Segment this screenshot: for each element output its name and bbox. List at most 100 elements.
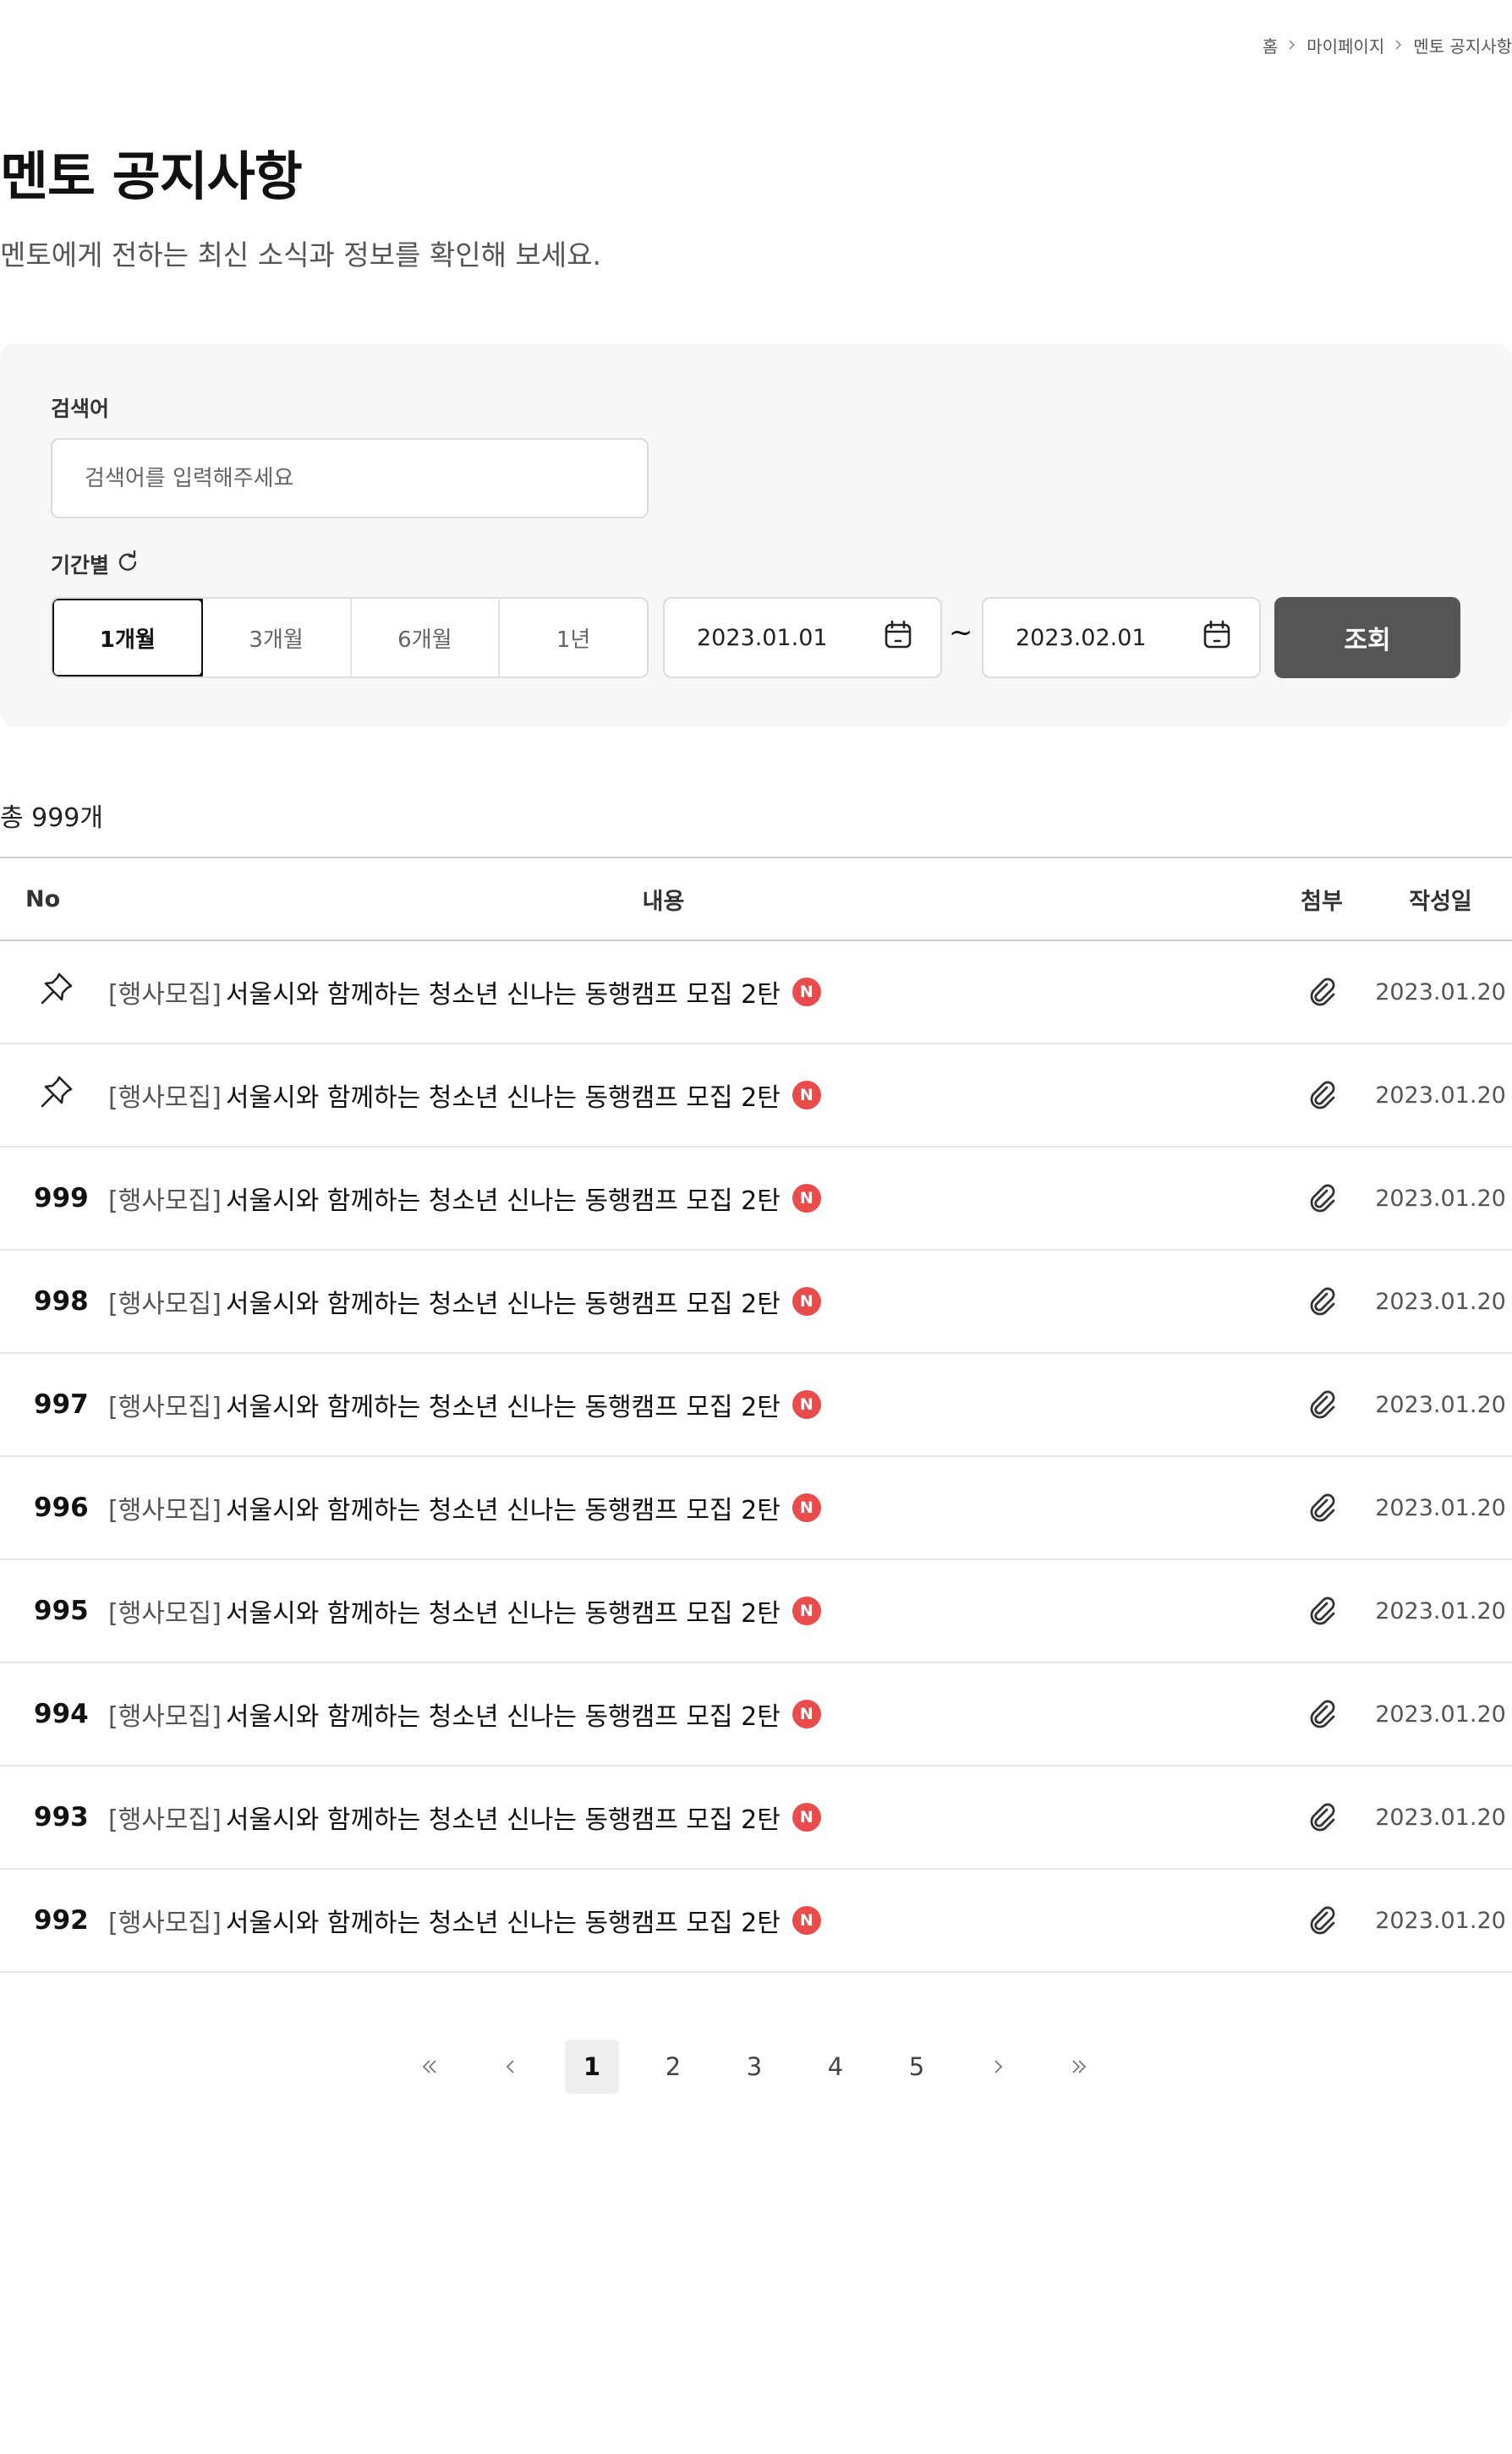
date-range-separator: ~ (949, 616, 973, 649)
table-row[interactable]: 995 [행사모집] 서울시와 함께하는 청소년 신나는 동행캠프 모집 2탄 N 2… (0, 1560, 1512, 1663)
paperclip-icon[interactable] (1304, 1901, 1339, 1940)
row-attachment[interactable] (1268, 1901, 1376, 1940)
row-category: [행사모집] (108, 1496, 222, 1526)
paperclip-icon[interactable] (1304, 1282, 1339, 1321)
start-date-field[interactable]: 2023.01.01 (663, 597, 942, 678)
paperclip-icon[interactable] (1304, 1488, 1339, 1527)
paperclip-icon[interactable] (1304, 1385, 1339, 1424)
row-title-text[interactable]: 서울시와 함께하는 청소년 신나는 동행캠프 모집 2탄 (226, 1902, 781, 1939)
row-title-text[interactable]: 서울시와 함께하는 청소년 신나는 동행캠프 모집 2탄 (226, 1799, 781, 1836)
new-badge: N (792, 1803, 821, 1832)
row-attachment[interactable] (1268, 1385, 1376, 1424)
row-date: 2023.01.20 (1375, 1288, 1506, 1315)
row-title[interactable]: [행사모집] 서울시와 함께하는 청소년 신나는 동행캠프 모집 2탄 N (108, 1799, 1268, 1836)
end-date-value: 2023.02.01 (1016, 624, 1147, 651)
breadcrumb-current: 멘토 공지사항 (1413, 36, 1512, 57)
row-no: 993 (34, 1802, 89, 1832)
row-attachment[interactable] (1268, 1179, 1376, 1218)
row-title[interactable]: [행사모집] 서울시와 함께하는 청소년 신나는 동행캠프 모집 2탄 N (108, 1489, 1268, 1526)
table-row[interactable]: 992 [행사모집] 서울시와 함께하는 청소년 신나는 동행캠프 모집 2탄 N 2… (0, 1870, 1512, 1973)
pin-icon (36, 967, 78, 1016)
breadcrumb-mypage[interactable]: 마이페이지 (1307, 33, 1384, 58)
page-button-2[interactable]: 2 (646, 2040, 700, 2094)
new-badge: N (792, 1287, 821, 1316)
chevron-right-icon[interactable] (971, 2040, 1025, 2094)
table-row[interactable]: 996 [행사모집] 서울시와 함께하는 청소년 신나는 동행캠프 모집 2탄 N 2… (0, 1457, 1512, 1560)
row-title-text[interactable]: 서울시와 함께하는 청소년 신나는 동행캠프 모집 2탄 (226, 973, 781, 1011)
page-button-1[interactable]: 1 (565, 2040, 619, 2094)
paperclip-icon[interactable] (1304, 1591, 1339, 1630)
paperclip-icon[interactable] (1304, 972, 1339, 1011)
row-no: 998 (34, 1286, 89, 1317)
row-title[interactable]: [행사모집] 서울시와 함께하는 청소년 신나는 동행캠프 모집 2탄 N (108, 1592, 1268, 1630)
row-category: [행사모집] (108, 1909, 222, 1938)
period-6-month-button[interactable]: 6개월 (351, 599, 501, 676)
row-title-text[interactable]: 서울시와 함께하는 청소년 신나는 동행캠프 모집 2탄 (226, 1076, 781, 1114)
new-badge: N (792, 1597, 821, 1625)
row-title[interactable]: [행사모집] 서울시와 함께하는 청소년 신나는 동행캠프 모집 2탄 N (108, 1386, 1268, 1423)
row-title-text[interactable]: 서울시와 함께하는 청소년 신나는 동행캠프 모집 2탄 (226, 1386, 781, 1423)
row-title-text[interactable]: 서울시와 함께하는 청소년 신나는 동행캠프 모집 2탄 (226, 1592, 781, 1630)
row-date: 2023.01.20 (1375, 1597, 1506, 1624)
table-row[interactable]: 994 [행사모집] 서울시와 함께하는 청소년 신나는 동행캠프 모집 2탄 N 2… (0, 1663, 1512, 1767)
row-title[interactable]: [행사모집] 서울시와 함께하는 청소년 신나는 동행캠프 모집 2탄 N (108, 973, 1268, 1011)
page-subtitle: 멘토에게 전하는 최신 소식과 정보를 확인해 보세요. (0, 238, 601, 271)
row-attachment[interactable] (1268, 1076, 1376, 1115)
table-row[interactable]: 998 [행사모집] 서울시와 함께하는 청소년 신나는 동행캠프 모집 2탄 N 2… (0, 1251, 1512, 1354)
calendar-icon[interactable] (881, 618, 915, 658)
row-no: 994 (34, 1699, 89, 1729)
period-1-month-button[interactable]: 1개월 (52, 599, 205, 676)
search-submit-button[interactable]: 조회 (1274, 597, 1460, 678)
row-title[interactable]: [행사모집] 서울시와 함께하는 청소년 신나는 동행캠프 모집 2탄 N (108, 1180, 1268, 1217)
row-title[interactable]: [행사모집] 서울시와 함께하는 청소년 신나는 동행캠프 모집 2탄 N (108, 1076, 1268, 1114)
row-attachment[interactable] (1268, 1591, 1376, 1630)
row-title-text[interactable]: 서울시와 함께하는 청소년 신나는 동행캠프 모집 2탄 (226, 1283, 781, 1320)
period-3-month-button[interactable]: 3개월 (202, 599, 352, 676)
chevron-left-icon[interactable] (484, 2040, 538, 2094)
row-title[interactable]: [행사모집] 서울시와 함께하는 청소년 신나는 동행캠프 모집 2탄 N (108, 1695, 1268, 1733)
table-row[interactable]: 997 [행사모집] 서울시와 함께하는 청소년 신나는 동행캠프 모집 2탄 N 2… (0, 1354, 1512, 1457)
row-attachment[interactable] (1268, 1488, 1376, 1527)
new-badge: N (792, 1390, 821, 1419)
row-no: 999 (34, 1183, 89, 1213)
page-title: 멘토 공지사항 (0, 145, 303, 207)
row-date: 2023.01.20 (1375, 978, 1506, 1005)
row-date: 2023.01.20 (1375, 1391, 1506, 1418)
row-attachment[interactable] (1268, 1695, 1376, 1734)
keyword-label-text: 검색어 (51, 397, 110, 421)
paperclip-icon[interactable] (1304, 1076, 1339, 1115)
search-input[interactable] (51, 438, 649, 518)
paperclip-icon[interactable] (1304, 1695, 1339, 1734)
refresh-icon[interactable] (116, 550, 140, 578)
row-date: 2023.01.20 (1375, 1907, 1506, 1934)
row-title-text[interactable]: 서울시와 함께하는 청소년 신나는 동행캠프 모집 2탄 (226, 1695, 781, 1733)
table-row[interactable]: [행사모집] 서울시와 함께하는 청소년 신나는 동행캠프 모집 2탄 N 2023… (0, 1044, 1512, 1148)
page-button-4[interactable]: 4 (808, 2040, 863, 2094)
page-button-3[interactable]: 3 (727, 2040, 781, 2094)
row-title[interactable]: [행사모집] 서울시와 함께하는 청소년 신나는 동행캠프 모집 2탄 N (108, 1283, 1268, 1320)
double-chevron-right-icon[interactable] (1052, 2040, 1106, 2094)
table-row[interactable]: 993 [행사모집] 서울시와 함께하는 청소년 신나는 동행캠프 모집 2탄 N 2… (0, 1767, 1512, 1870)
table-row[interactable]: [행사모집] 서울시와 함께하는 청소년 신나는 동행캠프 모집 2탄 N 2023… (0, 941, 1512, 1044)
row-category: [행사모집] (108, 1083, 222, 1113)
page-button-5[interactable]: 5 (890, 2040, 944, 2094)
table-row[interactable]: 999 [행사모집] 서울시와 함께하는 청소년 신나는 동행캠프 모집 2탄 N 2… (0, 1148, 1512, 1251)
calendar-icon[interactable] (1200, 618, 1234, 658)
breadcrumb-home[interactable]: 홈 (1263, 33, 1278, 58)
row-attachment[interactable] (1268, 972, 1376, 1011)
new-badge: N (792, 1081, 821, 1109)
row-title-text[interactable]: 서울시와 함께하는 청소년 신나는 동행캠프 모집 2탄 (226, 1489, 781, 1526)
row-title[interactable]: [행사모집] 서울시와 함께하는 청소년 신나는 동행캠프 모집 2탄 N (108, 1902, 1268, 1939)
end-date-field[interactable]: 2023.02.01 (982, 597, 1261, 678)
header-attach: 첨부 (1301, 888, 1343, 915)
row-attachment[interactable] (1268, 1798, 1376, 1837)
double-chevron-left-icon[interactable] (403, 2040, 457, 2094)
paperclip-icon[interactable] (1304, 1179, 1339, 1218)
paperclip-icon[interactable] (1304, 1798, 1339, 1837)
row-no: 995 (34, 1596, 89, 1626)
period-1-year-button[interactable]: 1년 (500, 599, 647, 676)
row-date: 2023.01.20 (1375, 1494, 1506, 1521)
row-attachment[interactable] (1268, 1282, 1376, 1321)
row-title-text[interactable]: 서울시와 함께하는 청소년 신나는 동행캠프 모집 2탄 (226, 1180, 781, 1217)
new-badge: N (792, 978, 821, 1006)
